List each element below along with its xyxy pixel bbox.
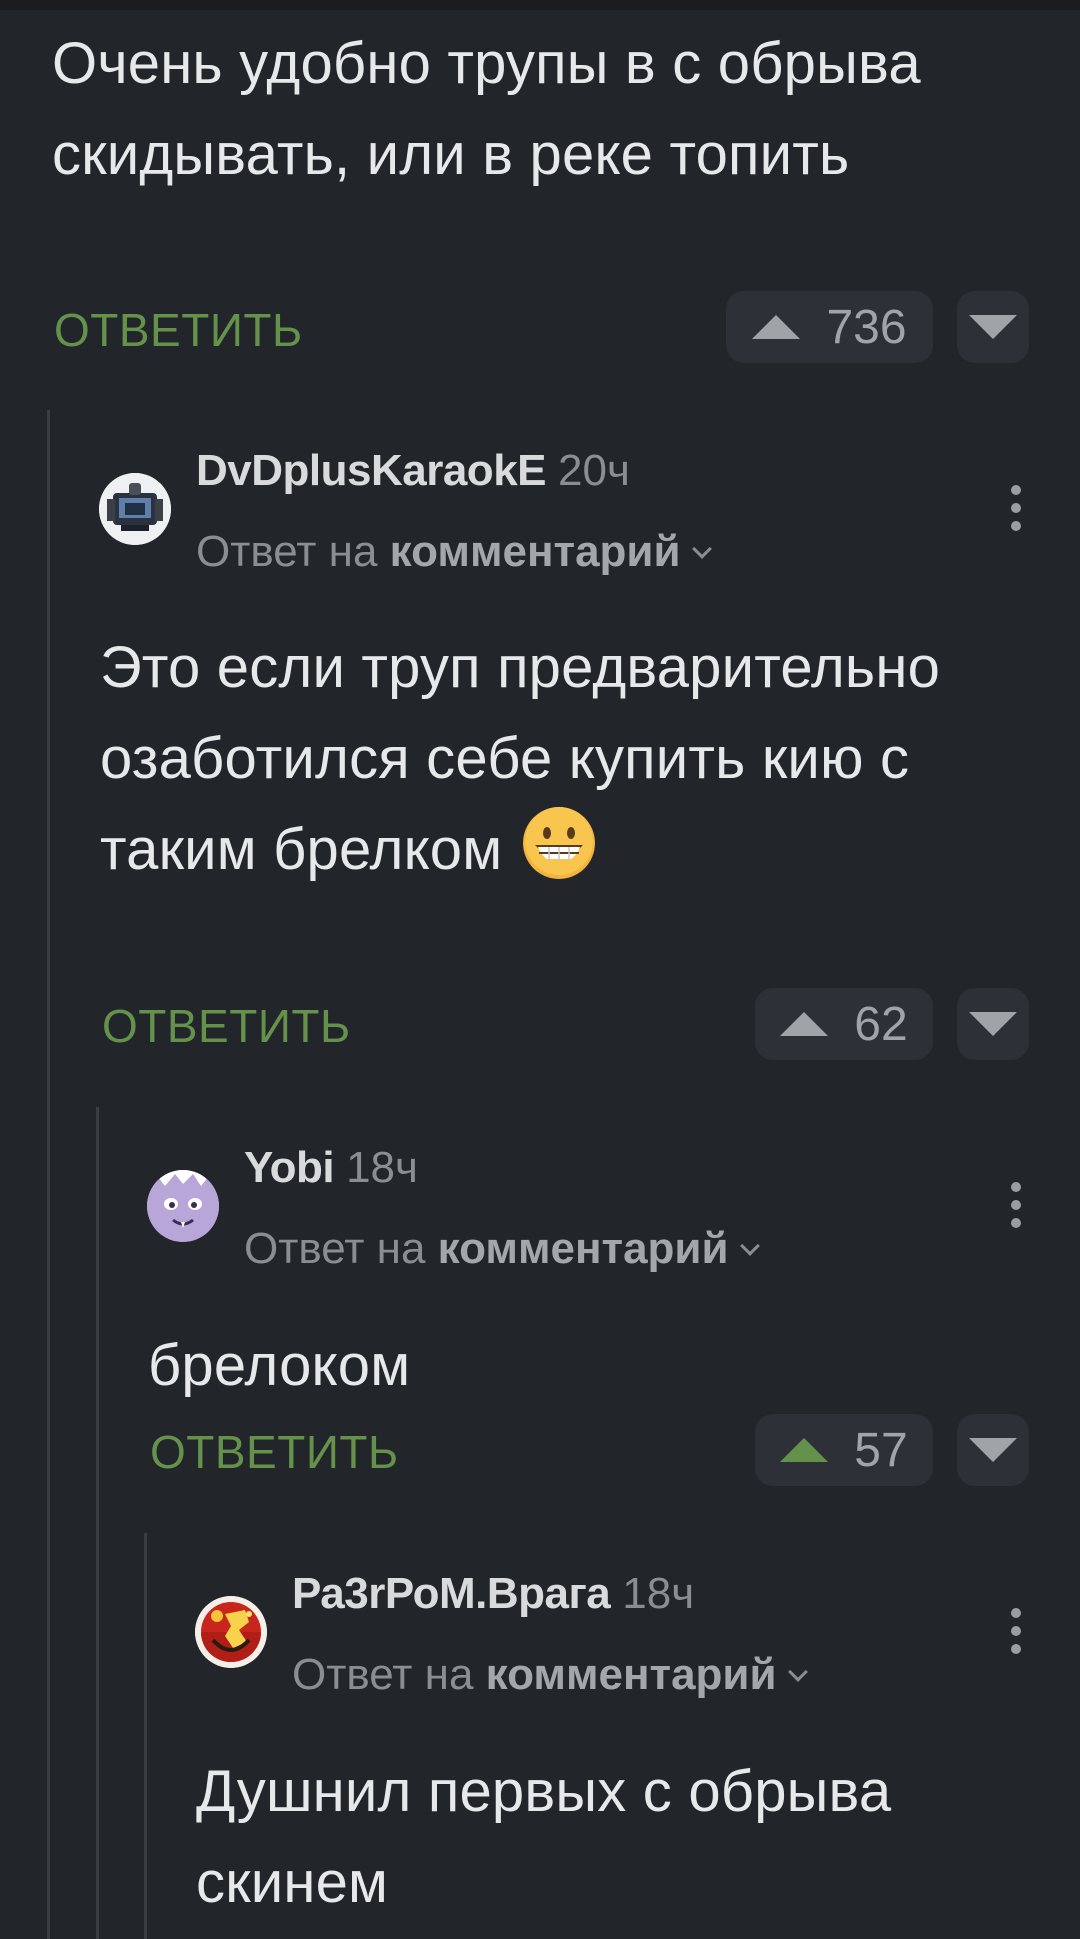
comment-4-author[interactable]: Ра3rРоМ.Врага 18ч [292,1569,694,1619]
downvote-arrow-icon [969,1012,1017,1036]
comment-4-author-name[interactable]: Ра3rРоМ.Врага [292,1569,611,1618]
comment-4-time: 18ч [622,1569,695,1618]
comment-3-author-name[interactable]: Yobi [244,1143,335,1192]
comment-3-time: 18ч [346,1143,418,1192]
comment-2-downvote-button[interactable] [957,988,1029,1060]
comment-2-author-name[interactable]: DvDplusKaraokE [196,446,547,495]
upvote-arrow-icon [780,1012,829,1036]
comment-3-reply-button[interactable]: ОТВЕТИТЬ [150,1425,399,1479]
chevron-down-icon[interactable] [691,539,712,559]
comment-2-reply-button[interactable]: ОТВЕТИТЬ [102,999,351,1053]
comment-3-author[interactable]: Yobi 18ч [244,1143,418,1193]
comment-1-upvote-button[interactable]: 736 [726,291,933,363]
reply-to-prefix: Ответ на [292,1650,474,1699]
comment-3-avatar[interactable] [147,1170,219,1242]
grinning-face-emoji-icon [521,805,597,881]
reply-to-target[interactable]: комментарий [390,527,681,576]
upvote-arrow-icon [752,315,801,339]
upvote-arrow-icon [780,1438,829,1462]
comment-1-downvote-button[interactable] [957,291,1029,363]
comment-3-downvote-button[interactable] [957,1414,1029,1486]
reply-to-prefix: Ответ на [244,1224,426,1273]
comment-1-text: Очень удобно трупы в с обрыва скидывать,… [52,31,921,187]
comment-2-text: Это если труп предварительно озаботился … [100,622,1030,895]
comment-3-upvote-button[interactable]: 57 [755,1414,933,1486]
chevron-down-icon[interactable] [739,1236,760,1256]
thread-line-level-3 [144,1533,147,1939]
comment-3-rating: 57 [854,1423,908,1477]
top-divider [0,0,1080,10]
thread-line-level-2 [96,1107,99,1939]
comment-2-more-icon[interactable] [1011,485,1023,531]
comment-3-more-icon[interactable] [1011,1182,1023,1228]
comment-4-text: Душнил первых с обрыва скинем [196,1759,892,1915]
comment-4-more-icon[interactable] [1011,1608,1023,1654]
reply-to-prefix: Ответ на [196,527,378,576]
comment-2-upvote-button[interactable]: 62 [755,988,933,1060]
comment-1-rating: 736 [826,300,907,354]
reply-to-target[interactable]: комментарий [438,1224,729,1273]
reply-to-target[interactable]: комментарий [486,1650,777,1699]
comment-2-avatar[interactable] [99,473,171,545]
comment-2-time: 20ч [558,446,630,495]
comment-4-reply-to[interactable]: Ответ на комментарий [292,1650,808,1700]
comment-3-reply-to[interactable]: Ответ на комментарий [244,1224,760,1274]
downvote-arrow-icon [969,315,1017,339]
comment-2-author[interactable]: DvDplusKaraokE 20ч [196,446,630,496]
thread-line-level-1 [47,410,50,1939]
comment-1-reply-button[interactable]: ОТВЕТИТЬ [54,303,303,357]
comment-4-avatar[interactable] [195,1596,267,1668]
comment-2-rating: 62 [854,997,908,1051]
chevron-down-icon[interactable] [787,1662,808,1682]
comment-2-reply-to[interactable]: Ответ на комментарий [196,527,712,577]
downvote-arrow-icon [969,1438,1017,1462]
comment-3-text: брелоком [148,1333,411,1398]
